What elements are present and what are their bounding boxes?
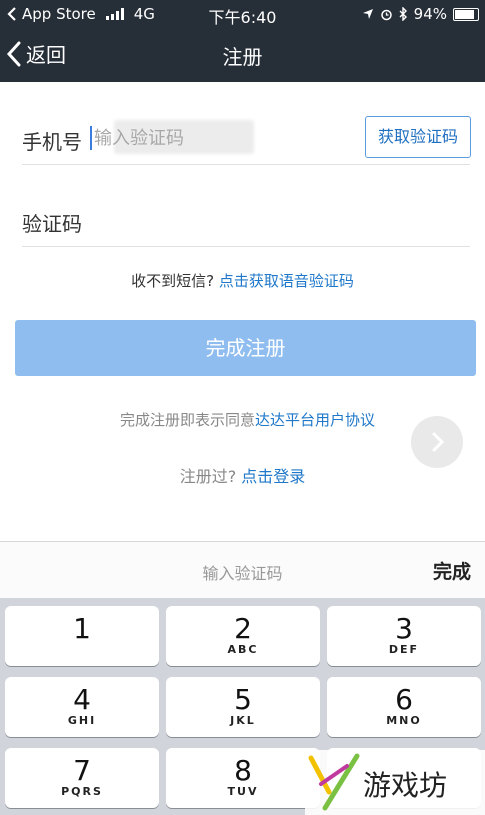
voice-code-line: 收不到短信? 点击获取语音验证码 [0, 270, 485, 291]
key-letters: JKL [230, 714, 256, 727]
key-4[interactable]: 4 GHI [5, 677, 159, 737]
status-right: 94% [362, 5, 479, 23]
code-row: 验证码 [22, 164, 470, 247]
key-digit: 7 [73, 754, 91, 787]
key-8[interactable]: 8 TUV [166, 748, 320, 808]
key-digit: 3 [395, 612, 413, 645]
agreement-prefix: 完成注册即表示同意 [119, 411, 255, 429]
key-letters: DEF [388, 643, 420, 656]
key-letters: ABC [227, 643, 259, 656]
code-input[interactable] [90, 120, 336, 156]
complete-register-button[interactable]: 完成注册 [15, 320, 476, 376]
battery-icon [453, 7, 479, 21]
voice-prefix: 收不到短信? [131, 272, 215, 290]
keyboard-hint: 输入验证码 [202, 564, 283, 583]
key-3[interactable]: 3 DEF [327, 606, 481, 666]
key-letters: GHI [67, 714, 97, 727]
keyboard-toolbar: 输入验证码 完成 [0, 541, 485, 598]
next-floating-button[interactable] [411, 416, 463, 468]
login-line: 注册过? 点击登录 [0, 463, 485, 487]
watermark: 游戏坊 [305, 750, 485, 815]
watermark-text: 游戏坊 [363, 769, 448, 802]
login-link[interactable]: 点击登录 [241, 467, 305, 486]
alarm-icon [380, 9, 392, 20]
nav-bar: 返回 注册 [0, 28, 485, 82]
key-letters: MNO [386, 714, 422, 727]
bluetooth-icon [399, 7, 407, 21]
location-icon [362, 9, 373, 19]
key-6[interactable]: 6 MNO [327, 677, 481, 737]
user-agreement-link[interactable]: 达达平台用户协议 [255, 411, 375, 429]
key-1[interactable]: 1 [5, 606, 159, 666]
phone-label: 手机号 [22, 130, 82, 154]
key-digit: 2 [234, 612, 252, 645]
key-2[interactable]: 2 ABC [166, 606, 320, 666]
key-digit: 6 [395, 683, 413, 716]
login-prefix: 注册过? [179, 467, 237, 486]
chevron-right-icon [432, 432, 445, 452]
key-digit: 1 [73, 612, 91, 645]
key-digit: 4 [73, 683, 91, 716]
watermark-logo-icon [308, 753, 360, 811]
key-digit: 8 [234, 754, 252, 787]
battery-percent: 94% [413, 5, 447, 23]
key-letters: TUV [227, 785, 259, 798]
key-7[interactable]: 7 PQRS [5, 748, 159, 808]
voice-code-link[interactable]: 点击获取语音验证码 [219, 272, 354, 290]
key-letters: PQRS [61, 785, 103, 798]
keyboard-done-button[interactable]: 完成 [433, 557, 471, 584]
key-5[interactable]: 5 JKL [166, 677, 320, 737]
code-label: 验证码 [22, 212, 82, 236]
get-code-button[interactable]: 获取验证码 [365, 116, 471, 158]
status-bar: App Store 4G 下午6:40 94% [0, 0, 485, 28]
page-title: 注册 [222, 45, 263, 69]
key-digit: 5 [234, 683, 252, 716]
